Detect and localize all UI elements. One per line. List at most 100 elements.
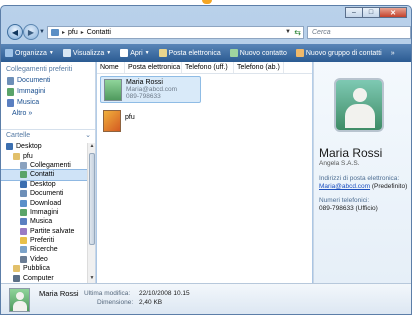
column-home-phone[interactable]: Telefono (ab.) bbox=[234, 62, 284, 73]
search-box[interactable]: Cerca bbox=[307, 26, 411, 39]
tree-item[interactable]: Download bbox=[1, 198, 87, 207]
contact-group-item[interactable]: pfu bbox=[100, 108, 180, 135]
tree-item[interactable]: Partite salvate bbox=[1, 227, 87, 236]
contact-name: Maria Rossi bbox=[126, 79, 163, 86]
tree-item[interactable]: pfu bbox=[1, 151, 87, 160]
tree-item[interactable]: Ricerche bbox=[1, 245, 87, 254]
toolbar-button-label: Organizza bbox=[15, 49, 47, 57]
details-contact-icon bbox=[9, 288, 30, 312]
tree-item-label: Collegamenti bbox=[30, 161, 71, 169]
toolbar-button[interactable]: Nuovo gruppo di contatti bbox=[295, 49, 382, 57]
favorite-link-label: Musica bbox=[17, 99, 40, 106]
back-button[interactable]: ◀ bbox=[7, 24, 23, 40]
tree-item[interactable]: Desktop bbox=[1, 180, 87, 189]
scroll-down-icon[interactable]: ▼ bbox=[88, 275, 95, 283]
tree-item-label: Preferiti bbox=[30, 237, 55, 245]
dropdown-arrow-icon: ▼ bbox=[144, 50, 150, 56]
searches-icon bbox=[20, 246, 27, 254]
tree-item-label: Partite salvate bbox=[30, 227, 75, 235]
tree-item[interactable]: Pubblica bbox=[1, 264, 87, 273]
desktop-icon bbox=[6, 143, 13, 151]
tree-item[interactable]: Video bbox=[1, 255, 87, 264]
address-dropdown-icon[interactable]: ▼ bbox=[285, 29, 291, 35]
preview-phone-label: Numeri telefonici: bbox=[319, 197, 370, 204]
refresh-icon[interactable]: ⇆ bbox=[294, 28, 301, 37]
forward-arrow-icon: ▶ bbox=[27, 27, 35, 37]
details-icon-head bbox=[16, 292, 24, 300]
contact-item[interactable]: Maria Rossi Maria@abcd.com 089-798633 bbox=[100, 76, 201, 103]
details-icon-body bbox=[13, 301, 27, 311]
toolbar-button[interactable]: Nuovo contatto bbox=[229, 49, 287, 57]
tree-item[interactable]: Contatti bbox=[1, 169, 88, 181]
toolbar-button-label: Nuovo gruppo di contatti bbox=[305, 49, 382, 57]
avatar-body bbox=[345, 104, 375, 128]
column-work-phone[interactable]: Telefono (uff.) bbox=[182, 62, 234, 73]
contacts-icon bbox=[20, 171, 27, 179]
tree-item[interactable]: Collegamenti bbox=[1, 161, 87, 170]
toolbar-overflow-button[interactable]: » bbox=[391, 50, 395, 57]
group-name: pfu bbox=[125, 114, 135, 121]
dropdown-arrow-icon: ▼ bbox=[48, 50, 54, 56]
folder-tree-scrollbar[interactable]: ▲ ▼ bbox=[87, 143, 95, 283]
favorite-link[interactable]: Documenti bbox=[1, 75, 95, 86]
folders-header[interactable]: Cartelle ⌄ bbox=[1, 129, 95, 140]
column-email[interactable]: Posta elettronica bbox=[125, 62, 182, 73]
email-icon bbox=[158, 49, 167, 57]
preview-phone: 089-798633 (Ufficio) bbox=[319, 205, 378, 212]
documents-icon bbox=[7, 76, 14, 85]
maximize-button[interactable]: □ bbox=[362, 7, 379, 18]
preview-email-link[interactable]: Maria@abcd.com bbox=[319, 183, 370, 190]
favorite-link[interactable]: Musica bbox=[1, 97, 95, 108]
user-folder-icon bbox=[13, 152, 20, 160]
toolbar-button[interactable]: Apri ▼ bbox=[120, 49, 150, 57]
file-list: Nome Posta elettronica Telefono (uff.) T… bbox=[97, 62, 312, 283]
favorite-links-header: Collegamenti preferiti bbox=[6, 66, 73, 73]
more-links-button[interactable]: Altro » bbox=[1, 108, 95, 119]
preview-email-label: Indirizzi di posta elettronica: bbox=[319, 175, 400, 182]
toolbar-button[interactable]: Visualizza ▼ bbox=[62, 49, 111, 57]
history-dropdown-icon[interactable]: ▼ bbox=[39, 29, 45, 35]
preview-name: Maria Rossi bbox=[319, 146, 383, 160]
details-modified-value: 22/10/2008 10.15 bbox=[139, 290, 190, 297]
details-pane: Maria Rossi Ultima modifica: 22/10/2008 … bbox=[1, 283, 411, 314]
tree-item-label: Desktop bbox=[16, 143, 42, 151]
favorite-link[interactable]: Immagini bbox=[1, 86, 95, 97]
pictures-icon bbox=[7, 87, 14, 96]
details-modified-label: Ultima modifica: bbox=[84, 290, 131, 297]
close-button[interactable]: ✕ bbox=[379, 7, 407, 18]
folder-icon bbox=[51, 29, 59, 36]
tree-item[interactable]: Immagini bbox=[1, 208, 87, 217]
folders-label: Cartelle bbox=[6, 131, 31, 139]
tree-item-label: Desktop bbox=[30, 180, 56, 188]
forward-button[interactable]: ▶ bbox=[23, 24, 39, 40]
tree-item-label: Computer bbox=[23, 274, 54, 282]
glow-decoration bbox=[202, 0, 212, 4]
address-bar[interactable]: ▸ pfu ▸ Contatti ▼ ⇆ bbox=[47, 26, 304, 39]
tree-item[interactable]: Preferiti bbox=[1, 236, 87, 245]
tree-item[interactable]: Musica bbox=[1, 217, 87, 226]
preview-company: Angela S.A.S. bbox=[319, 160, 360, 167]
desktop-icon bbox=[20, 180, 27, 188]
breadcrumb-pfu[interactable]: pfu bbox=[68, 29, 78, 36]
music-icon bbox=[20, 218, 27, 226]
column-name[interactable]: Nome bbox=[97, 62, 125, 73]
open-icon bbox=[120, 49, 129, 57]
minimize-button[interactable]: – bbox=[345, 7, 362, 18]
search-input[interactable]: Cerca bbox=[312, 29, 331, 36]
scroll-up-icon[interactable]: ▲ bbox=[88, 143, 95, 151]
breadcrumb-separator: ▸ bbox=[62, 30, 66, 36]
toolbar-button[interactable]: Organizza ▼ bbox=[5, 49, 54, 57]
details-size-label: Dimensione: bbox=[97, 299, 134, 306]
tree-item[interactable]: Desktop bbox=[1, 142, 87, 151]
music-icon bbox=[7, 98, 14, 107]
command-toolbar: Organizza ▼ Visualizza ▼ Apri ▼ Posta elettron… bbox=[1, 44, 411, 62]
tree-item[interactable]: Documenti bbox=[1, 189, 87, 198]
tree-item-label: pfu bbox=[23, 152, 33, 160]
download-icon bbox=[20, 199, 27, 207]
scrollbar-thumb[interactable] bbox=[89, 153, 95, 245]
tree-item-label: Ricerche bbox=[30, 246, 58, 254]
links-icon bbox=[20, 161, 27, 169]
breadcrumb-contatti[interactable]: Contatti bbox=[87, 29, 111, 36]
toolbar-button[interactable]: Posta elettronica bbox=[158, 49, 221, 57]
tree-item[interactable]: Computer bbox=[1, 273, 87, 282]
